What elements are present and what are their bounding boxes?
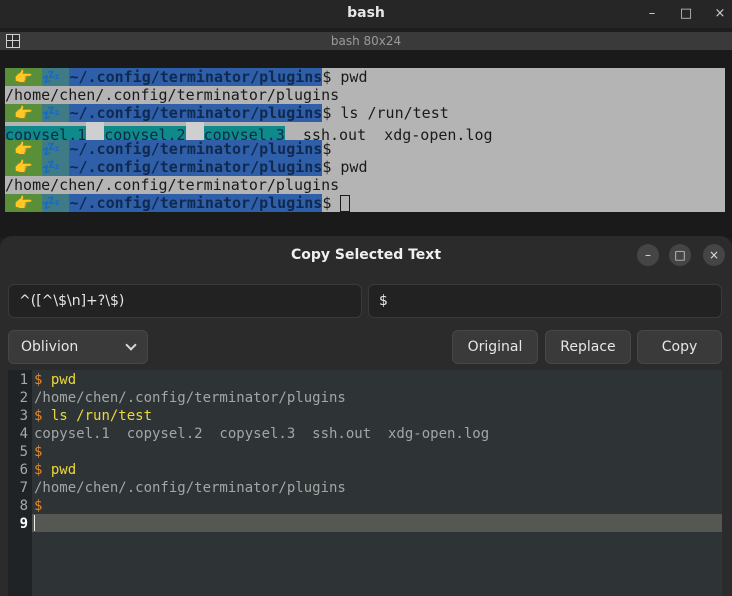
- terminal-titlebar: bash – □ ×: [0, 0, 732, 28]
- chevron-down-icon: [125, 339, 137, 351]
- terminal-minimize-button[interactable]: –: [642, 4, 662, 24]
- editor-text: /home/chen/.config/terminator/plugins: [34, 390, 346, 406]
- editor-line: /home/chen/.config/terminator/plugins: [34, 479, 346, 497]
- prompt-host-segment: 💤: [41, 194, 70, 212]
- command-output: /home/chen/.config/terminator/plugins: [5, 176, 340, 194]
- prompt-host-segment: 💤: [41, 158, 70, 176]
- prompt-user-segment: 👉: [5, 158, 42, 176]
- prompt-command: $ pwd: [322, 158, 368, 176]
- prompt-user-segment: 👉: [5, 68, 42, 86]
- prompt-command: $ pwd: [322, 68, 368, 86]
- prompt-directory: ~/.config/terminator/plugins: [69, 194, 323, 212]
- line-number: 4: [19, 426, 28, 442]
- terminal-line: 👉 💤 ~/.config/terminator/plugins$ pwd: [5, 68, 368, 86]
- editor-line: /home/chen/.config/terminator/plugins: [34, 389, 346, 407]
- prompt-host-segment: 💤: [41, 140, 70, 158]
- text-cursor: [34, 515, 35, 531]
- prompt-user-segment: 👉: [5, 194, 42, 212]
- command-output: /home/chen/.config/terminator/plugins: [5, 86, 340, 104]
- line-number: 1: [19, 372, 28, 388]
- current-line-highlight: [32, 514, 722, 532]
- editor-prompt-symbol: $: [34, 444, 43, 460]
- line-number: 8: [19, 498, 28, 514]
- prompt-host-segment: 💤: [41, 68, 70, 86]
- editor-line: $: [34, 443, 42, 461]
- pattern-input[interactable]: [8, 284, 362, 318]
- line-number: 7: [19, 480, 28, 496]
- editor-command: pwd: [42, 372, 77, 388]
- terminal-line: 👉 💤 ~/.config/terminator/plugins$ pwd: [5, 158, 368, 176]
- prompt-directory: ~/.config/terminator/plugins: [69, 140, 323, 158]
- terminal-line: 👉 💤 ~/.config/terminator/plugins$ ls /ru…: [5, 104, 449, 122]
- terminal-cursor: [340, 195, 351, 212]
- terminal-line: /home/chen/.config/terminator/plugins: [5, 176, 339, 194]
- line-number: 9: [19, 516, 28, 532]
- prompt-user-segment: 👉: [5, 104, 42, 122]
- ls-gap: [185, 122, 204, 140]
- line-number: 2: [19, 390, 28, 406]
- editor-line: copysel.1 copysel.2 copysel.3 ssh.out xd…: [34, 425, 489, 443]
- dialog-minimize-button[interactable]: –: [637, 244, 659, 266]
- prompt-command: $ ls /run/test: [322, 104, 449, 122]
- copy-button[interactable]: Copy: [637, 330, 722, 364]
- line-number: 5: [19, 444, 28, 460]
- terminal-window: bash – □ × bash 80x24 👉 💤 ~/.config/term…: [0, 0, 732, 240]
- replacement-input[interactable]: [368, 284, 722, 318]
- theme-dropdown[interactable]: Oblivion: [8, 330, 148, 364]
- editor-line: $ pwd: [34, 461, 76, 479]
- prompt-directory: ~/.config/terminator/plugins: [69, 68, 323, 86]
- prompt-directory: ~/.config/terminator/plugins: [69, 104, 323, 122]
- editor-text: /home/chen/.config/terminator/plugins: [34, 480, 346, 496]
- terminal-maximize-button[interactable]: □: [676, 4, 696, 24]
- prompt-command: $: [322, 194, 341, 212]
- editor-prompt-symbol: $: [34, 498, 43, 514]
- terminal-close-button[interactable]: ×: [710, 4, 730, 24]
- terminal-line: copysel.1 copysel.2 copysel.3 ssh.out xdg-…: [5, 122, 493, 144]
- editor-command: ls /run/test: [42, 408, 153, 424]
- original-button[interactable]: Original: [452, 330, 538, 364]
- theme-dropdown-label: Oblivion: [21, 339, 79, 355]
- dialog-maximize-button[interactable]: □: [669, 244, 691, 266]
- line-number: 3: [19, 408, 28, 424]
- prompt-directory: ~/.config/terminator/plugins: [69, 158, 323, 176]
- terminal-screen[interactable]: 👉 💤 ~/.config/terminator/plugins$ pwd/ho…: [0, 50, 732, 238]
- replace-button[interactable]: Replace: [545, 330, 631, 364]
- terminal-tab-title: bash 80x24: [330, 34, 402, 48]
- prompt-command: $: [322, 140, 332, 158]
- terminal-line: 👉 💤 ~/.config/terminator/plugins$: [5, 140, 331, 158]
- terminal-title: bash: [347, 5, 385, 21]
- terminal-line: /home/chen/.config/terminator/plugins: [5, 86, 339, 104]
- terminal-line: 👉 💤 ~/.config/terminator/plugins$: [5, 194, 351, 212]
- editor-line: $: [34, 497, 42, 515]
- editor-line: $ pwd: [34, 371, 76, 389]
- editor-line: $ ls /run/test: [34, 407, 152, 425]
- prompt-host-segment: 💤: [41, 104, 70, 122]
- line-number: 6: [19, 462, 28, 478]
- dialog-title: Copy Selected Text: [290, 247, 442, 263]
- editor-text: copysel.1 copysel.2 copysel.3 ssh.out xd…: [34, 426, 490, 442]
- prompt-user-segment: 👉: [5, 140, 42, 158]
- terminal-tab-bar: bash 80x24: [0, 32, 732, 50]
- ls-gap: [86, 122, 105, 140]
- editor-command: pwd: [42, 462, 77, 478]
- dialog-close-button[interactable]: ×: [703, 244, 725, 266]
